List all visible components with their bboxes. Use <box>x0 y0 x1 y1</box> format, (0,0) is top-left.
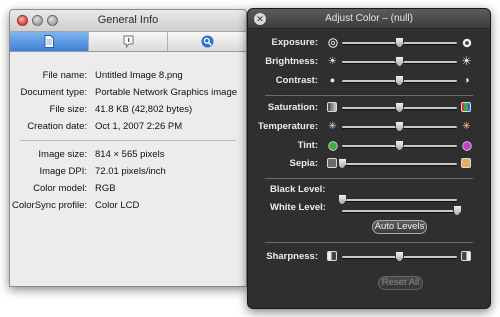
hud-title: Adjust Color – (null) <box>325 13 413 24</box>
cool-sun-icon: ✳ <box>328 121 337 132</box>
info-label: Color model: <box>33 183 87 194</box>
document-icon <box>44 35 54 48</box>
sepia-slider-thumb[interactable] <box>337 158 347 169</box>
temperature-slider-thumb[interactable] <box>395 121 404 132</box>
info-value: 814 × 565 pixels <box>95 149 165 160</box>
tint-slider[interactable] <box>342 140 457 151</box>
brightness-row: Brightness: ☀ ☀ <box>248 55 490 69</box>
info-row: Image size: 814 × 565 pixels <box>10 149 246 163</box>
warm-sun-icon: ✳ <box>462 121 471 132</box>
brightness-slider-thumb[interactable] <box>395 56 404 67</box>
tint-row: Tint: <box>248 139 490 153</box>
sun-small-icon: ☀ <box>328 56 337 67</box>
hud-separator <box>265 95 473 96</box>
saturation-slider-thumb[interactable] <box>395 102 404 113</box>
tab-general[interactable] <box>10 32 89 51</box>
tab-keywords[interactable] <box>168 32 246 51</box>
info-content: File name: Untitled Image 8.png Document… <box>10 52 246 286</box>
info-row: Document type: Portable Network Graphics… <box>10 87 246 101</box>
sharpness-row: Sharpness: <box>248 250 490 264</box>
adjust-color-panel: ✕ Adjust Color – (null) Exposure: Bright… <box>247 8 491 309</box>
brightness-slider[interactable] <box>342 56 457 67</box>
white-level-slider-thumb[interactable] <box>452 205 462 216</box>
sun-large-icon: ☀ <box>461 54 472 68</box>
magenta-dot-icon <box>461 140 472 151</box>
sharpness-label: Sharpness: <box>266 251 318 262</box>
exposure-label: Exposure: <box>271 37 318 48</box>
info-titlebar[interactable]: General Info <box>10 10 246 32</box>
reset-all-button[interactable]: Reset All <box>378 276 423 290</box>
temperature-label: Temperature: <box>257 121 318 132</box>
sepia-row: Sepia: <box>248 157 490 171</box>
sharpness-slider-thumb[interactable] <box>395 251 404 262</box>
contrast-label: Contrast: <box>275 75 318 86</box>
contrast-slider-thumb[interactable] <box>395 75 404 86</box>
circle-half-icon: ◑ <box>463 75 470 86</box>
info-label: File name: <box>42 70 87 81</box>
tab-more-info[interactable] <box>89 32 168 51</box>
info-label: Creation date: <box>27 121 87 132</box>
info-label: File size: <box>49 104 87 115</box>
saturation-slider[interactable] <box>342 102 457 113</box>
info-label: Document type: <box>20 87 87 98</box>
saturation-row: Saturation: <box>248 101 490 115</box>
info-row: File name: Untitled Image 8.png <box>10 70 246 84</box>
info-value: Untitled Image 8.png <box>95 70 183 81</box>
exposure-row: Exposure: <box>248 36 490 50</box>
sharp-icon <box>461 251 471 261</box>
info-label: Image DPI: <box>39 166 87 177</box>
info-value: 72.01 pixels/inch <box>95 166 166 177</box>
hud-separator <box>265 242 473 243</box>
info-row: Image DPI: 72.01 pixels/inch <box>10 166 246 180</box>
info-tabs <box>10 32 246 52</box>
temperature-slider[interactable] <box>342 121 457 132</box>
color-bars-icon <box>461 102 471 112</box>
info-value: Portable Network Graphics image <box>95 87 238 98</box>
saturation-label: Saturation: <box>267 102 318 113</box>
tint-label: Tint: <box>297 140 318 151</box>
sepia-label: Sepia: <box>289 158 318 169</box>
sharpness-slider[interactable] <box>342 251 457 262</box>
info-value: 41.8 KB (42,802 bytes) <box>95 104 193 115</box>
info-label: Image size: <box>38 149 87 160</box>
info-value: Oct 1, 2007 2:26 PM <box>95 121 183 132</box>
soft-icon <box>327 251 337 261</box>
auto-levels-button[interactable]: Auto Levels <box>372 220 427 234</box>
hud-titlebar[interactable]: ✕ Adjust Color – (null) <box>248 9 490 29</box>
magnifier-icon <box>201 35 214 48</box>
info-value: Color LCD <box>95 200 140 211</box>
info-label: ColorSync profile: <box>12 200 87 211</box>
temperature-row: Temperature: ✳ ✳ <box>248 120 490 134</box>
sepia-on-icon <box>461 158 471 168</box>
exposure-slider-thumb[interactable] <box>395 37 404 48</box>
grayscale-icon <box>327 102 337 112</box>
info-separator <box>20 140 236 141</box>
sepia-off-icon <box>327 158 337 168</box>
aperture-filled-icon <box>461 37 472 48</box>
info-row: Color model: RGB <box>10 183 246 197</box>
info-window-title: General Info <box>97 14 159 26</box>
circle-filled-icon: ● <box>329 75 336 85</box>
info-icon <box>122 35 135 48</box>
tint-slider-thumb[interactable] <box>395 140 404 151</box>
info-value: RGB <box>95 183 116 194</box>
info-row: File size: 41.8 KB (42,802 bytes) <box>10 104 246 118</box>
brightness-label: Brightness: <box>265 56 318 67</box>
white-level-slider[interactable] <box>342 205 462 216</box>
white-level-slider-row <box>248 204 490 218</box>
sepia-slider[interactable] <box>337 158 457 169</box>
exposure-slider[interactable] <box>342 37 457 48</box>
info-row: Creation date: Oct 1, 2007 2:26 PM <box>10 121 246 135</box>
contrast-row: Contrast: ● ◑ <box>248 74 490 88</box>
info-row: ColorSync profile: Color LCD <box>10 200 246 214</box>
hud-separator <box>265 178 473 179</box>
aperture-icon <box>327 37 338 48</box>
green-dot-icon <box>327 140 338 151</box>
contrast-slider[interactable] <box>342 75 457 86</box>
general-info-window: General Info File name: Untitled Image 8… <box>9 9 247 287</box>
